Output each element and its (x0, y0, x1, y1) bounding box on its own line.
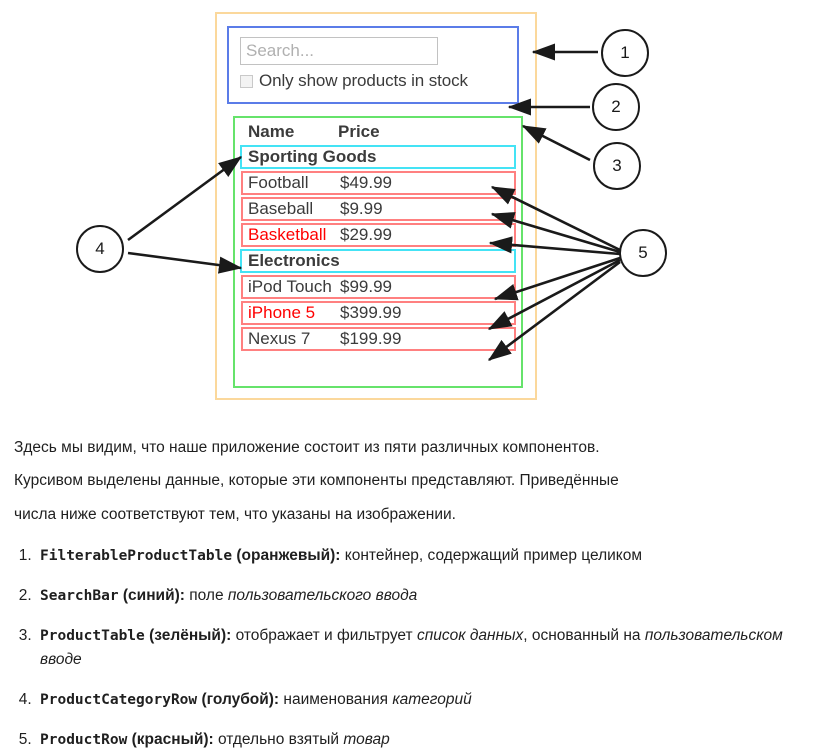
column-header-name: Name (248, 122, 295, 141)
explanation-section: Здесь мы видим, что наше приложение сост… (14, 436, 814, 752)
search-input[interactable] (240, 37, 438, 65)
callout-number: 2 (611, 97, 621, 116)
callout-5: 5 (619, 229, 667, 277)
in-stock-label: Only show products in stock (259, 71, 468, 90)
product-category-row: Electronics (240, 249, 516, 273)
in-stock-filter[interactable]: Only show products in stock (240, 71, 517, 91)
component-list: FilterableProductTable (оранжевый): конт… (14, 544, 814, 752)
category-label: Electronics (248, 251, 340, 270)
callout-number: 5 (638, 243, 648, 262)
intro-line-3: числа ниже соответствуют тем, что указан… (14, 505, 456, 523)
product-name: Football (248, 173, 309, 192)
component-description-mid: , основанный на (523, 626, 645, 644)
product-row: Basketball $29.99 (241, 223, 516, 247)
product-name: Basketball (248, 225, 327, 244)
component-description: отображает и фильтрует (231, 626, 417, 644)
list-item: ProductTable (зелёный): отображает и фил… (36, 624, 814, 672)
product-price: $99.99 (340, 277, 392, 296)
callout-number: 1 (620, 43, 630, 62)
callout-number: 4 (95, 239, 105, 258)
component-color: (зелёный): (144, 626, 232, 644)
component-diagram: Only show products in stock Name Price S… (0, 0, 829, 420)
table-header-row: Name Price (240, 121, 516, 144)
product-price: $9.99 (340, 199, 383, 218)
callout-1: 1 (601, 29, 649, 77)
product-name: iPhone 5 (248, 303, 316, 322)
product-price: $199.99 (340, 329, 402, 348)
product-row: Football $49.99 (241, 171, 516, 195)
callout-3: 3 (593, 142, 641, 190)
component-name: ProductRow (40, 731, 128, 748)
callout-2: 2 (592, 83, 640, 131)
product-price: $399.99 (340, 303, 402, 322)
product-row: Nexus 7 $199.99 (241, 327, 516, 351)
filterable-product-table-container: Only show products in stock Name Price S… (215, 12, 537, 400)
intro-line-1: Здесь мы видим, что наше приложение сост… (14, 439, 600, 456)
callout-number: 3 (612, 156, 622, 175)
component-color: (синий): (118, 586, 185, 604)
search-bar-container: Only show products in stock (227, 26, 519, 104)
component-description-emphasis: пользовательского ввода (227, 586, 418, 604)
component-color: (оранжевый): (232, 546, 341, 564)
column-header-price: Price (338, 122, 380, 141)
component-description: контейнер, содержащий пример целиком (340, 546, 643, 564)
product-name: Nexus 7 (248, 329, 311, 348)
component-description-emphasis: товар (343, 730, 390, 748)
product-category-row: Sporting Goods (240, 145, 516, 169)
component-color: (красный): (127, 730, 214, 748)
list-item: ProductRow (красный): отдельно взятый то… (36, 728, 814, 752)
list-item: ProductCategoryRow (голубой): наименован… (36, 688, 814, 712)
list-item: SearchBar (синий): поле пользовательског… (36, 584, 814, 608)
product-price: $49.99 (340, 173, 392, 192)
product-name: Baseball (248, 199, 314, 218)
product-row: iPhone 5 $399.99 (241, 301, 516, 325)
product-name: iPod Touch (248, 277, 332, 296)
intro-line-2: Курсивом выделены данные, которые эти ко… (14, 472, 619, 490)
component-description: отдельно взятый (213, 730, 344, 748)
component-description-emphasis: категорий (392, 690, 472, 708)
product-row: Baseball $9.99 (241, 197, 516, 221)
intro-paragraphs: Здесь мы видим, что наше приложение сост… (14, 436, 814, 526)
component-description: поле (184, 586, 228, 604)
component-color: (голубой): (197, 690, 280, 708)
category-label: Sporting Goods (248, 147, 377, 166)
component-name: FilterableProductTable (40, 547, 233, 564)
product-row: iPod Touch $99.99 (241, 275, 516, 299)
component-description: наименования (279, 690, 393, 708)
list-item: FilterableProductTable (оранжевый): конт… (36, 544, 814, 568)
product-price: $29.99 (340, 225, 392, 244)
component-name: SearchBar (40, 587, 119, 604)
callout-4: 4 (76, 225, 124, 273)
component-name: ProductCategoryRow (40, 691, 198, 708)
product-table-container: Name Price Sporting Goods Football $49.9… (233, 116, 523, 388)
in-stock-checkbox[interactable] (240, 74, 253, 88)
component-name: ProductTable (40, 627, 145, 644)
component-description-emphasis: список данных (416, 626, 524, 644)
